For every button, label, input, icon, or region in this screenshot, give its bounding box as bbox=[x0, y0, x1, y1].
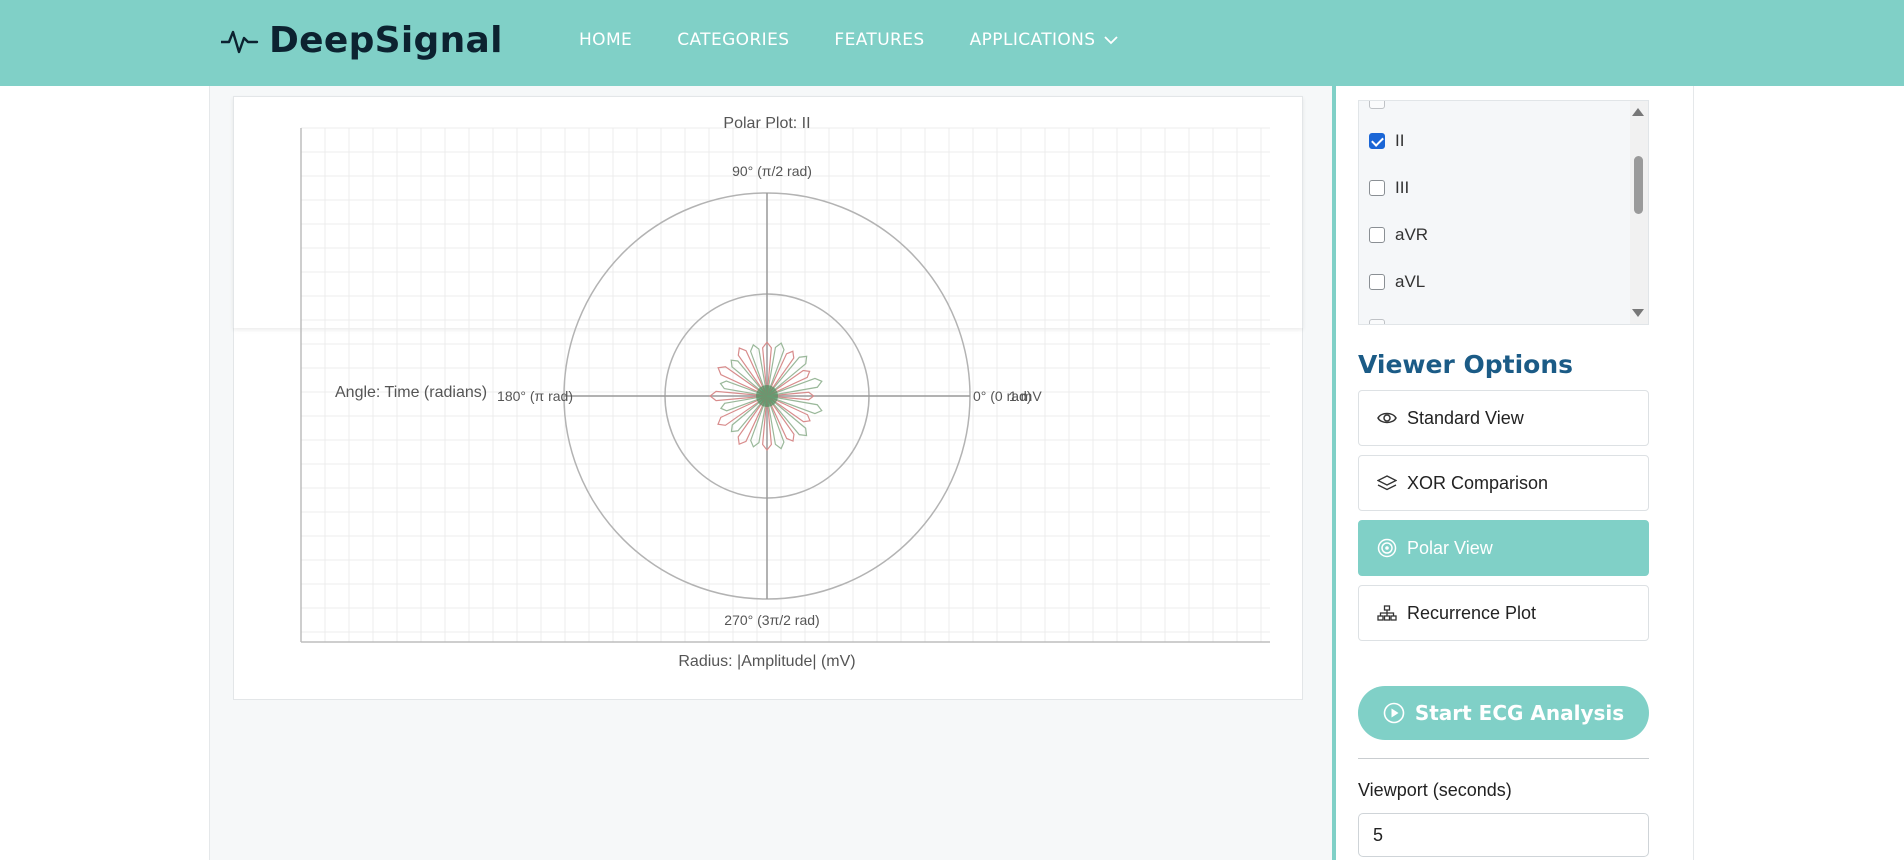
checkbox[interactable] bbox=[1369, 274, 1385, 290]
list-item[interactable] bbox=[1369, 101, 1385, 109]
angle-label-270: 270° (3π/2 rad) bbox=[724, 612, 819, 628]
brand-name: DeepSignal bbox=[269, 20, 503, 61]
lead-label: aVL bbox=[1395, 272, 1426, 291]
recurrence-plot-button[interactable]: Recurrence Plot bbox=[1358, 585, 1649, 641]
nav-applications[interactable]: APPLICATIONS bbox=[970, 30, 1118, 50]
target-icon bbox=[1377, 538, 1397, 558]
viewport-label: Viewport (seconds) bbox=[1358, 780, 1512, 800]
list-item[interactable] bbox=[1369, 319, 1385, 324]
start-ecg-analysis-button[interactable]: Start ECG Analysis bbox=[1358, 686, 1649, 740]
nav-links: HOME CATEGORIES FEATURES APPLICATIONS bbox=[579, 30, 1118, 50]
angle-label-180: 180° (π rad) bbox=[497, 388, 573, 404]
y-axis-label: Angle: Time (radians) bbox=[335, 384, 487, 401]
nav-categories[interactable]: CATEGORIES bbox=[677, 30, 789, 50]
layers-icon bbox=[1377, 475, 1397, 491]
nav-home[interactable]: HOME bbox=[579, 30, 632, 50]
checkbox[interactable] bbox=[1369, 180, 1385, 196]
eye-icon bbox=[1377, 412, 1397, 424]
angle-label-90: 90° (π/2 rad) bbox=[732, 163, 812, 179]
lead-label: aVR bbox=[1395, 225, 1429, 244]
chart-title: Polar Plot: II bbox=[723, 115, 810, 132]
brand[interactable]: DeepSignal bbox=[221, 20, 503, 61]
list-item[interactable]: aVR bbox=[1369, 225, 1428, 245]
xor-comparison-button[interactable]: XOR Comparison bbox=[1358, 455, 1649, 511]
hierarchy-icon bbox=[1377, 605, 1397, 621]
scrollbar[interactable] bbox=[1630, 101, 1648, 324]
checkbox[interactable] bbox=[1369, 319, 1385, 324]
list-item[interactable]: III bbox=[1369, 178, 1409, 198]
start-ecg-analysis-label: Start ECG Analysis bbox=[1414, 701, 1625, 725]
checkbox[interactable] bbox=[1369, 227, 1385, 243]
nav-features[interactable]: FEATURES bbox=[834, 30, 924, 50]
scroll-down-arrow-icon[interactable] bbox=[1632, 309, 1644, 317]
recurrence-plot-label: Recurrence Plot bbox=[1407, 602, 1537, 623]
center-cluster bbox=[756, 385, 778, 407]
lead-label: III bbox=[1395, 178, 1410, 197]
scrollbar-thumb[interactable] bbox=[1634, 156, 1643, 214]
list-item[interactable]: aVL bbox=[1369, 272, 1425, 292]
lead-list[interactable]: II III aVR aVL bbox=[1358, 100, 1649, 325]
polar-view-label: Polar View bbox=[1407, 537, 1493, 558]
viewer-options-title: Viewer Options bbox=[1358, 350, 1574, 379]
polar-view-button[interactable]: Polar View bbox=[1358, 520, 1649, 576]
x-axis-label: Radius: |Amplitude| (mV) bbox=[678, 653, 855, 670]
standard-view-button[interactable]: Standard View bbox=[1358, 390, 1649, 446]
xor-comparison-label: XOR Comparison bbox=[1407, 472, 1549, 493]
chevron-down-icon bbox=[1103, 35, 1118, 44]
nav-applications-label: APPLICATIONS bbox=[969, 30, 1096, 50]
pulse-icon bbox=[221, 30, 259, 53]
checkbox[interactable] bbox=[1369, 101, 1385, 109]
polar-chart: Polar Plot: II 90° (π/2 rad) 180° (π rad… bbox=[300, 115, 1270, 670]
play-circle-icon bbox=[1383, 702, 1405, 724]
lead-label: II bbox=[1395, 131, 1405, 150]
list-item[interactable]: II bbox=[1369, 131, 1404, 151]
viewport-input[interactable] bbox=[1358, 813, 1649, 857]
scroll-up-arrow-icon[interactable] bbox=[1632, 108, 1644, 116]
top-navbar: DeepSignal HOME CATEGORIES FEATURES APPL… bbox=[0, 0, 1904, 86]
radius-unit-label: 1 mV bbox=[1009, 388, 1042, 404]
standard-view-label: Standard View bbox=[1407, 407, 1524, 428]
divider bbox=[1358, 758, 1649, 759]
checkbox-checked[interactable] bbox=[1369, 133, 1385, 149]
